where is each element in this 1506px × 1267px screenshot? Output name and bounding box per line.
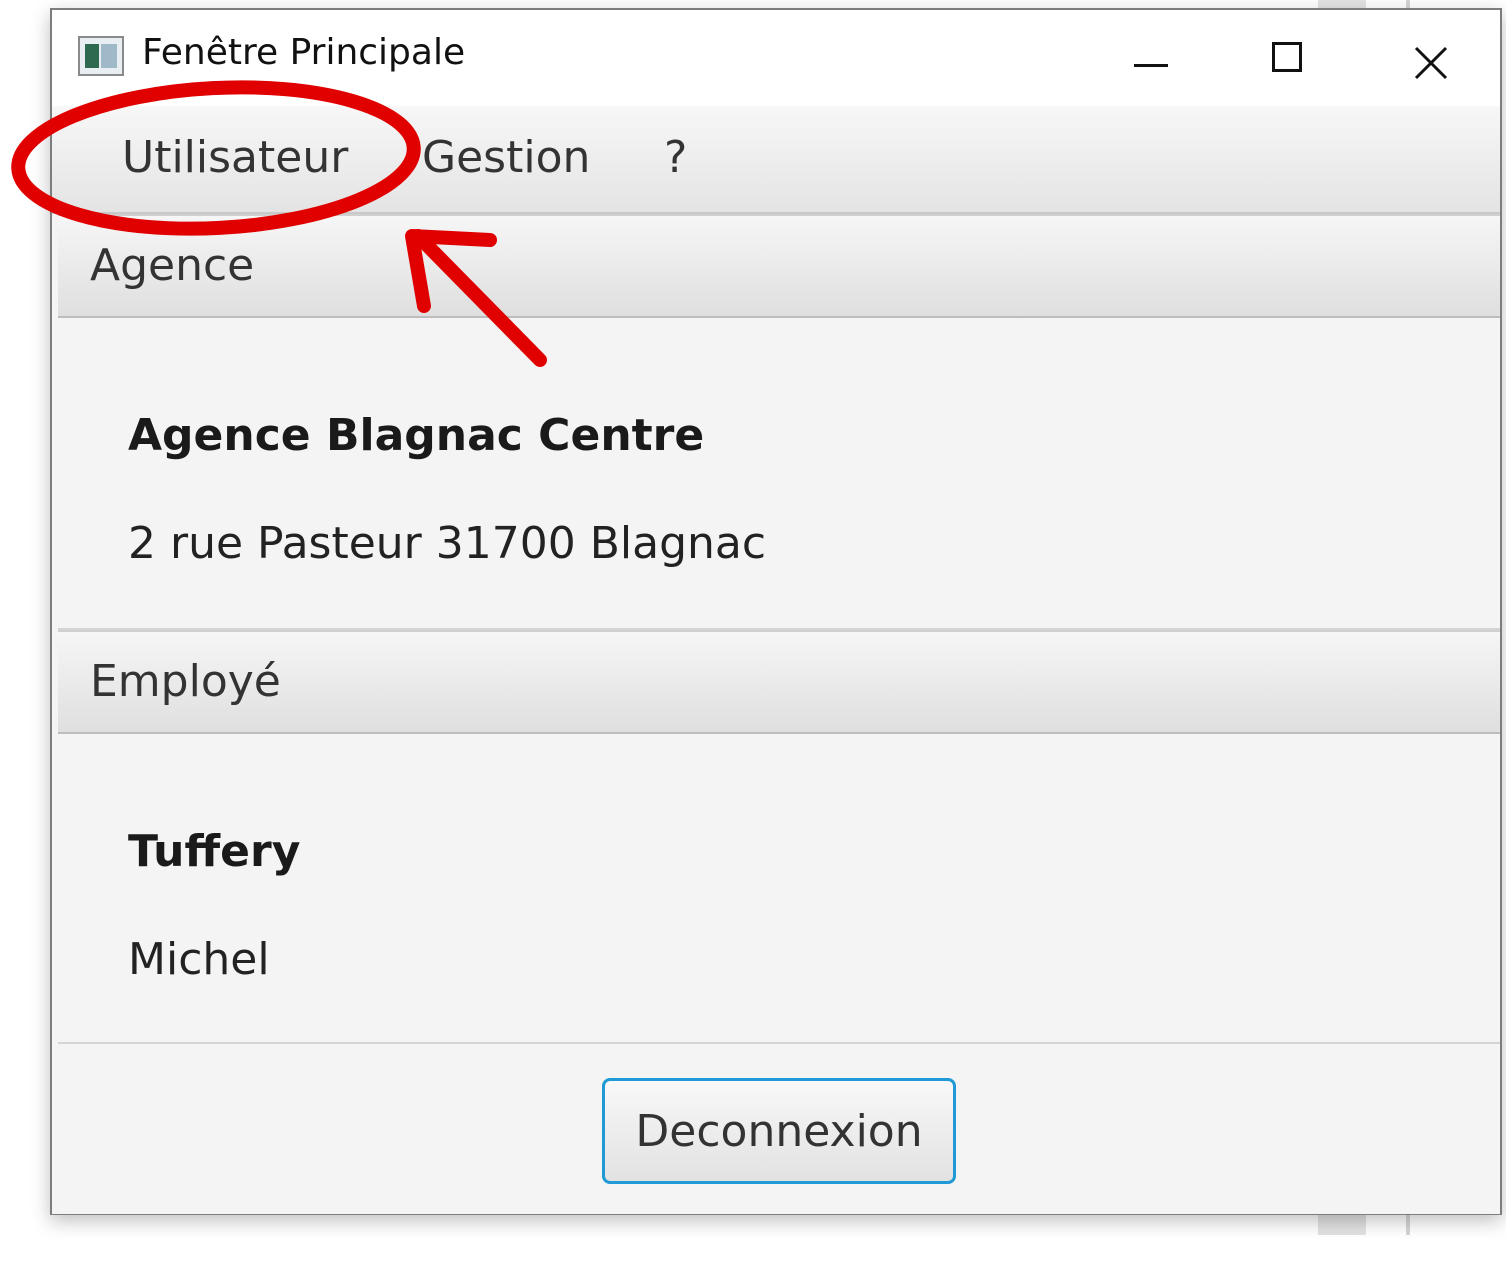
- window-title: Fenêtre Principale: [142, 32, 466, 73]
- agence-section-header[interactable]: Agence: [58, 214, 1500, 318]
- agence-address: 2 rue Pasteur 31700 Blagnac: [128, 518, 767, 569]
- maximize-button[interactable]: [1250, 20, 1330, 96]
- main-window: Fenêtre Principale Utilisateur Gestion ?…: [50, 8, 1502, 1215]
- menu-gestion[interactable]: Gestion: [422, 132, 590, 183]
- employe-section-title: Employé: [90, 656, 281, 707]
- employe-section-body: Tuffery Michel: [58, 734, 1500, 1044]
- menu-bar: Utilisateur Gestion ?: [52, 106, 1500, 214]
- title-bar[interactable]: Fenêtre Principale: [52, 10, 1500, 106]
- minimize-button[interactable]: [1112, 20, 1192, 96]
- close-icon: [1414, 46, 1448, 80]
- background-left-edge: [0, 0, 50, 1235]
- maximize-icon: [1272, 42, 1302, 72]
- agence-name: Agence Blagnac Centre: [128, 410, 705, 461]
- minimize-icon: [1134, 64, 1168, 67]
- agence-section-body: Agence Blagnac Centre 2 rue Pasteur 3170…: [58, 318, 1500, 630]
- app-window-icon: [78, 36, 124, 76]
- footer-bar: Deconnexion: [52, 1044, 1500, 1214]
- menu-utilisateur[interactable]: Utilisateur: [122, 132, 348, 183]
- close-button[interactable]: [1392, 20, 1472, 96]
- employe-section-header[interactable]: Employé: [58, 630, 1500, 734]
- employe-first-name: Michel: [128, 934, 270, 985]
- menu-help[interactable]: ?: [664, 132, 687, 183]
- agence-section-title: Agence: [90, 240, 255, 291]
- employe-last-name: Tuffery: [128, 826, 301, 877]
- logout-button[interactable]: Deconnexion: [602, 1078, 956, 1184]
